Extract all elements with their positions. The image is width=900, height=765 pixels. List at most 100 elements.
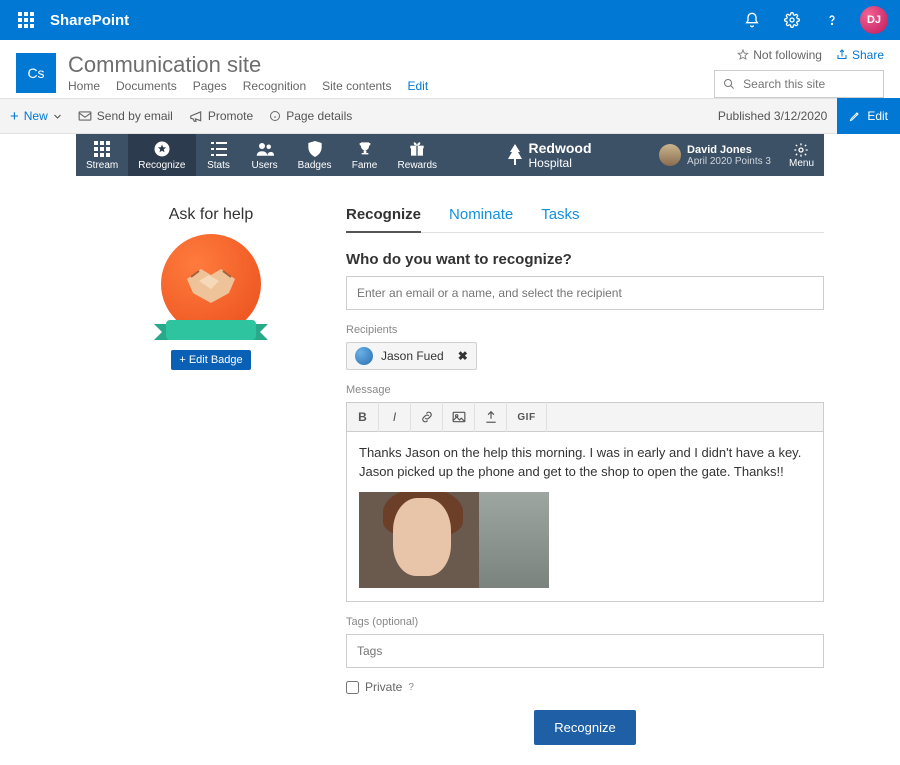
cmd-page-details-label: Page details xyxy=(286,109,352,123)
gift-icon xyxy=(409,140,425,158)
toolbar-bold[interactable]: B xyxy=(347,402,379,432)
app-tab-users[interactable]: Users xyxy=(242,134,288,176)
private-help-icon[interactable]: ? xyxy=(408,682,414,693)
site-nav: Home Documents Pages Recognition Site co… xyxy=(68,79,428,93)
gear-icon xyxy=(793,142,809,158)
tags-label: Tags (optional) xyxy=(346,616,824,628)
app-menu-button[interactable]: Menu xyxy=(779,134,824,176)
site-logo[interactable]: Cs xyxy=(16,53,56,93)
app-tab-label: Stream xyxy=(86,160,118,171)
badge-image xyxy=(156,234,266,344)
handshake-icon xyxy=(181,261,241,307)
settings-icon[interactable] xyxy=(774,0,810,40)
chevron-down-icon xyxy=(53,112,62,121)
app-launcher-icon[interactable] xyxy=(6,0,46,40)
help-icon[interactable] xyxy=(814,0,850,40)
embedded-gif[interactable] xyxy=(359,492,549,588)
cmd-page-details[interactable]: Page details xyxy=(269,109,352,123)
tab-recognize[interactable]: Recognize xyxy=(346,206,421,233)
tab-tasks[interactable]: Tasks xyxy=(541,206,579,232)
nav-edit[interactable]: Edit xyxy=(408,79,429,93)
toolbar-italic[interactable]: I xyxy=(379,402,411,432)
edit-page-button[interactable]: Edit xyxy=(837,98,900,134)
star-circle-icon xyxy=(153,140,171,158)
toolbar-upload[interactable] xyxy=(475,402,507,432)
site-name[interactable]: Communication site xyxy=(68,53,428,77)
app-user-sub: April 2020 Points 3 xyxy=(687,156,771,167)
cmd-promote-label: Promote xyxy=(208,109,253,123)
pencil-icon xyxy=(849,110,861,122)
form-tabs: Recognize Nominate Tasks xyxy=(346,206,824,233)
cmd-new-label: New xyxy=(24,109,48,123)
app-user[interactable]: David Jones April 2020 Points 3 xyxy=(651,134,779,176)
upload-icon xyxy=(484,410,498,424)
cmd-send-email-label: Send by email xyxy=(97,109,173,123)
not-following-label: Not following xyxy=(753,48,822,62)
nav-pages[interactable]: Pages xyxy=(193,79,227,93)
tree-icon xyxy=(507,144,523,166)
app-tab-fame[interactable]: Fame xyxy=(342,134,388,176)
app-menu-label: Menu xyxy=(789,158,814,169)
recipient-name: Jason Fued xyxy=(381,349,444,363)
app-brand: Redwood Hospital xyxy=(447,134,651,176)
recipients-label: Recipients xyxy=(346,324,824,336)
search-box[interactable] xyxy=(714,70,884,98)
app-tab-badges[interactable]: Badges xyxy=(288,134,342,176)
tab-nominate[interactable]: Nominate xyxy=(449,206,513,232)
message-label: Message xyxy=(346,384,824,396)
app-tab-stream[interactable]: Stream xyxy=(76,134,128,176)
app-tab-label: Fame xyxy=(352,160,378,171)
remove-recipient-icon[interactable]: ✖ xyxy=(458,349,468,363)
edit-badge-button[interactable]: + Edit Badge xyxy=(171,350,250,370)
toolbar-link[interactable] xyxy=(411,402,443,432)
users-icon xyxy=(256,140,274,158)
editor-toolbar: B I GIF xyxy=(346,402,824,432)
edit-page-label: Edit xyxy=(867,109,888,123)
not-following-button[interactable]: Not following xyxy=(737,48,822,62)
app-user-name: David Jones xyxy=(687,144,771,156)
notifications-icon[interactable] xyxy=(734,0,770,40)
mail-icon xyxy=(78,110,92,122)
search-input[interactable] xyxy=(743,77,875,91)
app-tab-label: Recognize xyxy=(138,160,185,171)
cmd-promote[interactable]: Promote xyxy=(189,109,253,123)
app-tab-rewards[interactable]: Rewards xyxy=(388,134,447,176)
message-text: Thanks Jason on the help this morning. I… xyxy=(359,444,811,482)
recognize-submit-button[interactable]: Recognize xyxy=(534,710,635,745)
share-button[interactable]: Share xyxy=(836,48,884,62)
published-date: Published 3/12/2020 xyxy=(718,109,827,123)
user-avatar[interactable]: DJ xyxy=(860,6,888,34)
app-tab-recognize[interactable]: Recognize xyxy=(128,134,195,176)
search-icon xyxy=(723,77,735,91)
trophy-icon xyxy=(358,140,372,158)
nav-documents[interactable]: Documents xyxy=(116,79,177,93)
recipient-avatar-icon xyxy=(355,347,373,365)
app-tab-label: Badges xyxy=(298,160,332,171)
grid-icon xyxy=(94,140,110,158)
app-nav-bar: Stream Recognize Stats Users Badges Fame… xyxy=(76,134,824,176)
product-name[interactable]: SharePoint xyxy=(50,12,129,29)
app-tab-label: Users xyxy=(252,160,278,171)
brand-top: Redwood xyxy=(529,140,592,156)
tags-input[interactable] xyxy=(346,634,824,668)
list-icon xyxy=(211,140,227,158)
recipient-chip[interactable]: Jason Fued ✖ xyxy=(346,342,477,370)
who-title: Who do you want to recognize? xyxy=(346,251,824,268)
app-tab-stats[interactable]: Stats xyxy=(196,134,242,176)
nav-home[interactable]: Home xyxy=(68,79,100,93)
command-bar: + New Send by email Promote Page details… xyxy=(0,98,900,134)
message-editor[interactable]: Thanks Jason on the help this morning. I… xyxy=(346,432,824,602)
toolbar-gif[interactable]: GIF xyxy=(507,402,547,432)
cmd-send-email[interactable]: Send by email xyxy=(78,109,173,123)
private-checkbox[interactable] xyxy=(346,681,359,694)
recipient-input[interactable] xyxy=(346,276,824,310)
share-label: Share xyxy=(852,48,884,62)
link-icon xyxy=(420,411,434,423)
cmd-new[interactable]: + New xyxy=(10,109,62,124)
user-avatar-small xyxy=(659,144,681,166)
nav-site-contents[interactable]: Site contents xyxy=(322,79,391,93)
toolbar-image[interactable] xyxy=(443,402,475,432)
suite-header: SharePoint DJ xyxy=(0,0,900,40)
app-tab-label: Rewards xyxy=(398,160,437,171)
nav-recognition[interactable]: Recognition xyxy=(243,79,306,93)
